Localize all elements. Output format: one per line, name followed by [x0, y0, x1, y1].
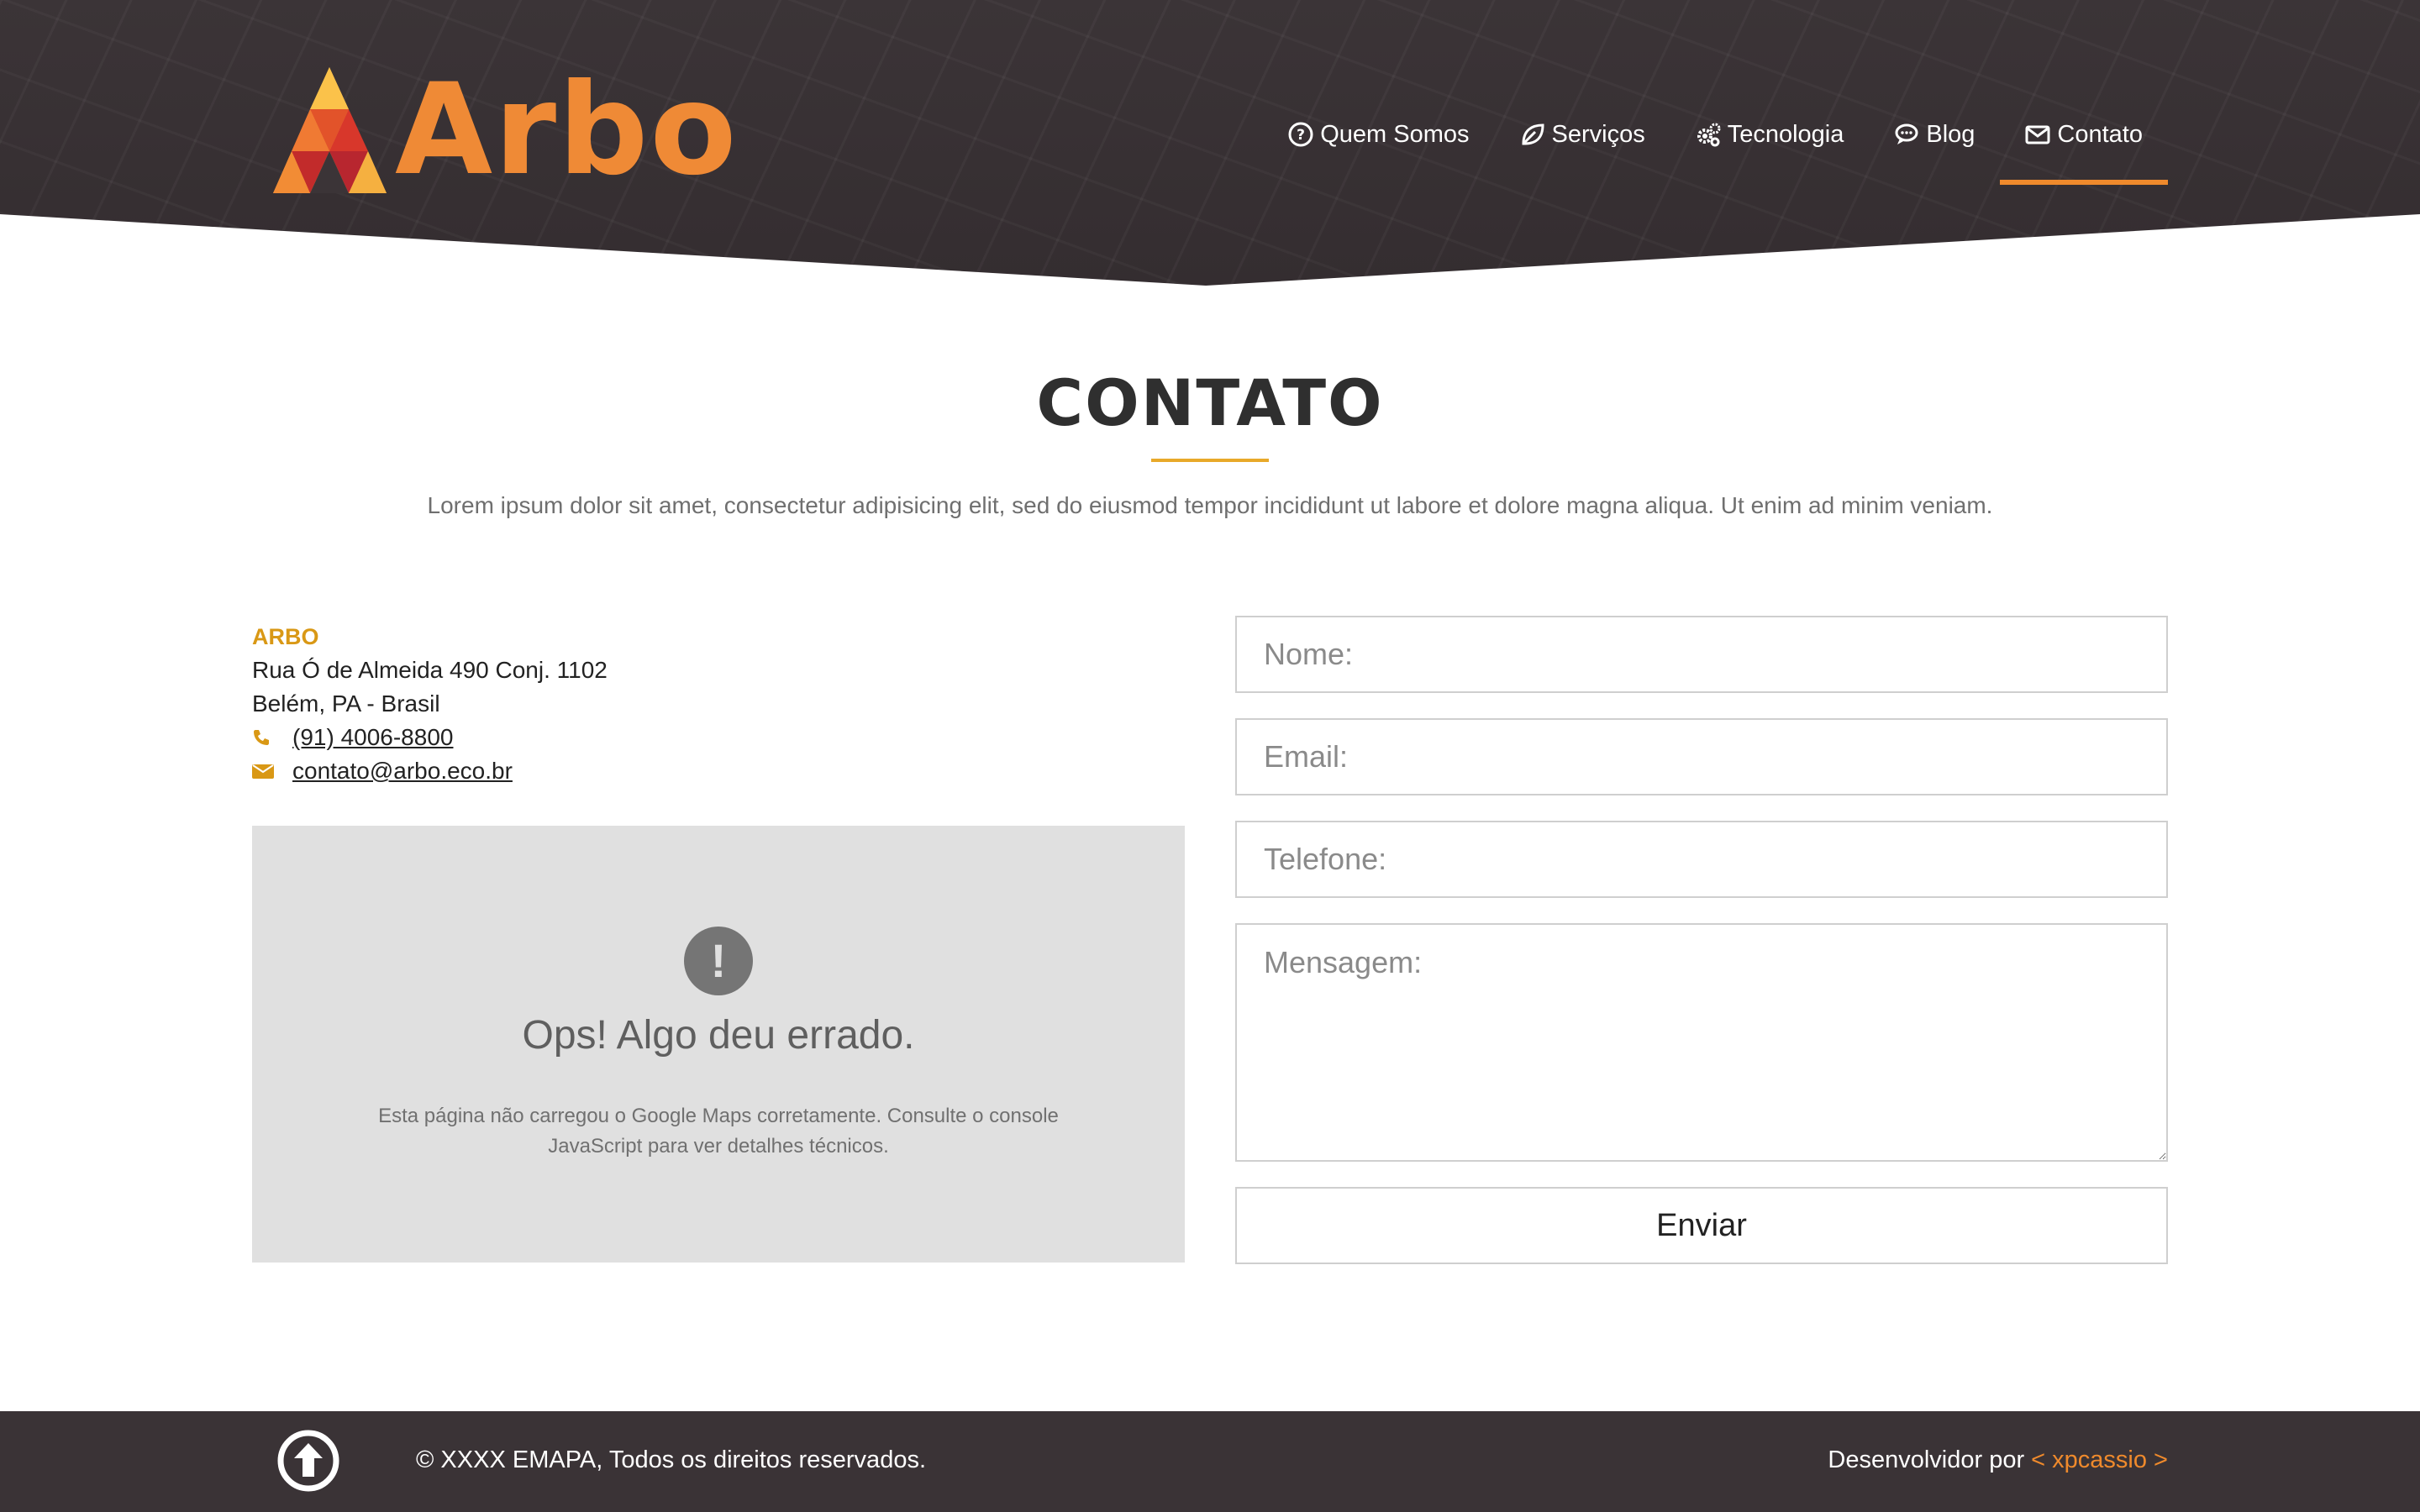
logo-triangle-icon [273, 67, 387, 193]
page-title: CONTATO [1036, 365, 1384, 440]
svg-text:?: ? [1297, 127, 1305, 144]
main-nav: ? Quem Somos Serviços Tecnologia Blog Co… [1238, 109, 2168, 185]
contact-info: ARBO Rua Ó de Almeida 490 Conj. 1102 Bel… [252, 620, 608, 788]
back-to-top-icon[interactable] [277, 1430, 339, 1492]
copyright-text: © XXXX EMAPA, Todos os direitos reservad… [416, 1446, 927, 1473]
error-icon: ! [684, 927, 753, 995]
nav-label: Contato [2057, 120, 2143, 148]
address-line-1: Rua Ó de Almeida 490 Conj. 1102 [252, 657, 608, 683]
footer: © XXXX EMAPA, Todos os direitos reservad… [0, 1411, 2420, 1512]
logo[interactable]: Arbo [273, 67, 739, 193]
nav-blog[interactable]: Blog [1894, 109, 1975, 160]
title-underline [1151, 459, 1269, 462]
page-subtitle: Lorem ipsum dolor sit amet, consectetur … [427, 492, 1993, 518]
developer-link[interactable]: < xpcassio > [2031, 1446, 2168, 1473]
envelope-icon [252, 754, 279, 788]
developer-credit: Desenvolvidor por < xpcassio > [1828, 1446, 2168, 1474]
error-icon-glyph: ! [710, 934, 727, 987]
name-field[interactable] [1235, 616, 2168, 693]
nav-label: Tecnologia [1727, 120, 1844, 148]
envelope-icon [2025, 122, 2050, 147]
map-error-message: Esta página não carregou o Google Maps c… [378, 1105, 1059, 1158]
message-field[interactable] [1235, 923, 2168, 1162]
nav-servicos[interactable]: Serviços [1520, 109, 1645, 160]
nav-quem-somos[interactable]: ? Quem Somos [1288, 109, 1470, 160]
phone-link[interactable]: (91) 4006-8800 [292, 721, 453, 754]
nav-label: Serviços [1551, 120, 1645, 148]
nav-label: Blog [1926, 120, 1975, 148]
phone-row: (91) 4006-8800 [252, 721, 608, 754]
header: Arbo ? Quem Somos Serviços Tecnologia Bl… [0, 0, 2420, 286]
nav-tecnologia[interactable]: Tecnologia [1696, 109, 1844, 160]
address-line-2: Belém, PA - Brasil [252, 690, 440, 717]
question-circle-icon: ? [1288, 122, 1313, 147]
logo-text: Arbo [395, 57, 739, 203]
map-container[interactable]: ! Ops! Algo deu errado. Esta página não … [252, 826, 1185, 1263]
company-name: ARBO [252, 624, 319, 649]
nav-contato[interactable]: Contato [2000, 109, 2168, 185]
phone-field[interactable] [1235, 821, 2168, 898]
gears-icon [1696, 122, 1721, 147]
comment-icon [1894, 122, 1919, 147]
submit-button[interactable]: Enviar [1235, 1187, 2168, 1264]
email-link[interactable]: contato@arbo.eco.br [292, 754, 513, 788]
developer-prefix: Desenvolvidor por [1828, 1446, 2032, 1473]
email-row: contato@arbo.eco.br [252, 754, 608, 788]
map-error-title: Ops! Algo deu errado. [522, 1013, 915, 1058]
email-field[interactable] [1235, 718, 2168, 795]
nav-label: Quem Somos [1320, 120, 1470, 148]
phone-icon [252, 721, 279, 754]
leaf-icon [1520, 122, 1545, 147]
